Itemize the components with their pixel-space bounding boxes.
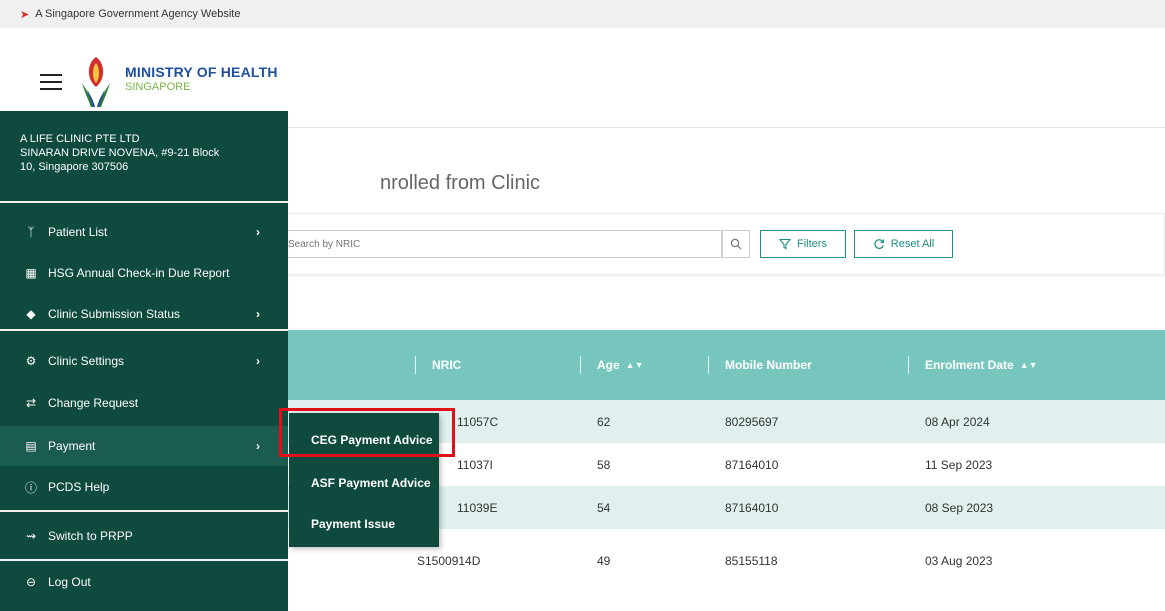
divider [0, 559, 288, 561]
org-country: SINGAPORE [125, 81, 191, 93]
age-cell: 49 [597, 553, 611, 568]
filters-button[interactable]: Filters [760, 230, 846, 258]
submenu-item-payment-issue[interactable]: Payment Issue [289, 504, 439, 544]
sidebar-item-log-out[interactable]: ⊖ Log Out [0, 562, 288, 602]
column-separator [415, 356, 416, 374]
column-header-age[interactable]: Age ▲▼ [597, 330, 644, 400]
mobile-cell: 85155118 [725, 553, 778, 568]
search-icon [730, 238, 742, 250]
nric-cell: 11057C [457, 414, 499, 429]
column-separator [580, 356, 581, 374]
sidebar-item-label: Change Request [48, 396, 139, 410]
sidebar-item-label: Clinic Settings [48, 354, 125, 368]
search-input[interactable] [287, 230, 722, 258]
clinic-address-line1: SINARAN DRIVE NOVENA, #9-21 Block [20, 147, 220, 159]
nric-cell: 11039E [457, 500, 498, 515]
org-name: MINISTRY OF HEALTH [125, 64, 278, 80]
divider [0, 510, 288, 512]
sidebar-item-clinic-settings[interactable]: ⚙ Clinic Settings › [0, 341, 288, 381]
column-header-nric: NRIC [432, 358, 462, 372]
gov-banner-text: A Singapore Government Agency Website [35, 8, 241, 20]
person-icon: ᛉ [27, 225, 35, 239]
date-cell: 03 Aug 2023 [925, 553, 993, 568]
sidebar-item-patient-list[interactable]: ᛉ Patient List › [0, 212, 288, 252]
report-icon: ▦ [25, 266, 37, 280]
date-cell: 08 Apr 2024 [925, 414, 990, 429]
payment-submenu: CEG Payment Advice ASF Payment Advice Pa… [289, 413, 439, 547]
moh-wordmark: MINISTRY OF HEALTH SINGAPORE [125, 64, 278, 93]
age-cell: 58 [597, 457, 611, 472]
chevron-right-icon: › [256, 439, 260, 453]
page-title: nrolled from Clinic [380, 172, 541, 194]
moh-logo [82, 57, 110, 107]
sidebar-item-label: PCDS Help [48, 480, 110, 494]
filter-icon [779, 238, 792, 250]
sidebar: A LIFE CLINIC PTE LTD SINARAN DRIVE NOVE… [0, 111, 288, 611]
sidebar-item-change-request[interactable]: ⇄ Change Request [0, 383, 288, 423]
sort-icon[interactable]: ▲▼ [1020, 360, 1038, 370]
clinic-info: A LIFE CLINIC PTE LTD SINARAN DRIVE NOVE… [0, 111, 288, 201]
divider [0, 201, 288, 203]
submenu-item-ceg-payment-advice[interactable]: CEG Payment Advice [289, 420, 439, 460]
mobile-cell: 87164010 [725, 457, 779, 472]
column-separator [708, 356, 709, 374]
age-cell: 62 [597, 414, 611, 429]
chevron-right-icon: › [256, 225, 260, 239]
swap-icon: ⇄ [25, 396, 37, 410]
clinic-address-line2: 10, Singapore 307506 [20, 161, 129, 173]
sidebar-item-label: Log Out [48, 575, 91, 589]
sidebar-item-label: Switch to PRPP [48, 529, 133, 543]
help-icon: ⓘ [24, 480, 37, 495]
chevron-right-icon: › [256, 307, 260, 321]
age-cell: 54 [597, 500, 611, 515]
menu-icon[interactable] [40, 74, 62, 90]
table-header: NRIC Age ▲▼ Mobile Number Enrolment Date ▲… [287, 330, 1165, 400]
sidebar-item-submission-status[interactable]: ◆ Clinic Submission Status › [0, 294, 288, 334]
sidebar-item-payment[interactable]: ▤ Payment › [0, 426, 288, 466]
chevron-right-icon: › [256, 354, 260, 368]
sidebar-item-label: Payment [48, 439, 96, 453]
nric-cell: 11037I [457, 457, 493, 472]
divider [0, 329, 288, 331]
reset-all-label: Reset All [890, 238, 935, 250]
gear-icon: ⚙ [25, 354, 37, 368]
sidebar-item-label: Patient List [48, 225, 108, 239]
sort-icon[interactable]: ▲▼ [626, 360, 644, 370]
mobile-cell: 87164010 [725, 500, 779, 515]
refresh-icon [874, 239, 884, 249]
submenu-item-asf-payment-advice[interactable]: ASF Payment Advice [289, 463, 439, 503]
date-cell: 11 Sep 2023 [925, 457, 993, 472]
clinic-name: A LIFE CLINIC PTE LTD [20, 133, 140, 145]
reset-all-button[interactable]: Reset All [854, 230, 953, 258]
sidebar-item-label: Clinic Submission Status [48, 307, 181, 321]
filters-label: Filters [797, 238, 827, 250]
gov-banner: ➤ A Singapore Government Agency Website [0, 0, 1165, 28]
diamond-icon: ◆ [26, 307, 36, 321]
lion-head-icon: ➤ [20, 8, 30, 21]
sidebar-item-pcds-help[interactable]: ⓘ PCDS Help [0, 467, 288, 507]
column-header-enrolment-date[interactable]: Enrolment Date ▲▼ [925, 330, 1038, 400]
card-icon: ▤ [25, 439, 37, 453]
logout-icon: ⊖ [25, 575, 37, 589]
search-button[interactable] [722, 230, 750, 258]
mobile-cell: 80295697 [725, 414, 779, 429]
date-cell: 08 Sep 2023 [925, 500, 994, 515]
column-header-mobile: Mobile Number [725, 358, 812, 372]
sidebar-item-switch-prpp[interactable]: ⇝ Switch to PRPP [0, 516, 288, 556]
sidebar-item-hsg-report[interactable]: ▦ HSG Annual Check-in Due Report [0, 253, 288, 293]
column-separator [908, 356, 909, 374]
switch-icon: ⇝ [25, 529, 37, 543]
sidebar-item-label: HSG Annual Check-in Due Report [48, 266, 230, 280]
